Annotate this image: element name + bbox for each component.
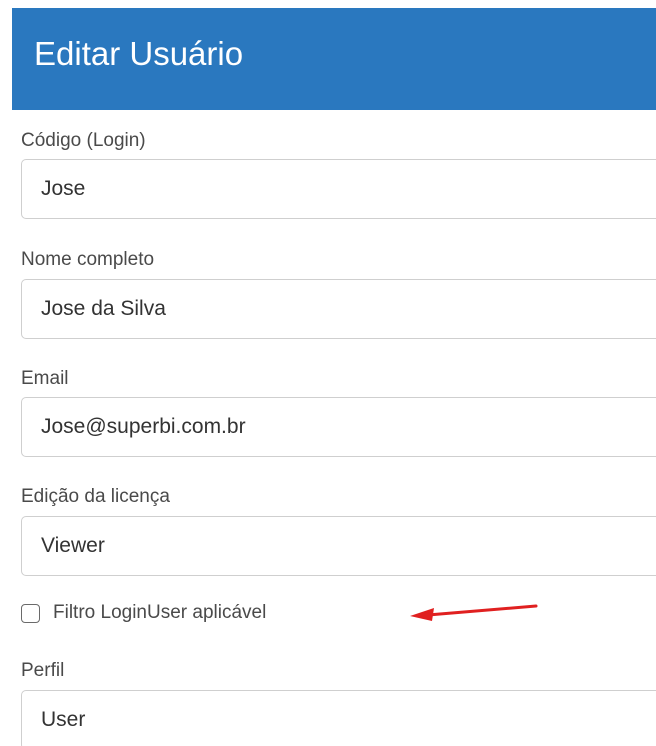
- profile-select[interactable]: [21, 690, 656, 746]
- login-filter-option[interactable]: Filtro LoginUser aplicável: [21, 600, 266, 626]
- full-name-input[interactable]: [21, 279, 656, 339]
- license-label: Edição da licença: [21, 486, 170, 507]
- email-input[interactable]: [21, 397, 656, 457]
- profile-label: Perfil: [21, 660, 65, 681]
- license-select[interactable]: [21, 516, 656, 576]
- edit-user-dialog: Editar Usuário Código (Login) Nome compl…: [0, 0, 656, 746]
- login-input[interactable]: [21, 159, 656, 219]
- login-filter-checkbox[interactable]: [21, 603, 40, 623]
- email-label: Email: [21, 368, 69, 389]
- login-label: Código (Login): [21, 130, 146, 151]
- dialog-header: Editar Usuário: [12, 8, 656, 110]
- full-name-label: Nome completo: [21, 249, 155, 270]
- arrow-left-icon: [410, 604, 538, 621]
- login-filter-label: Filtro LoginUser aplicável: [53, 602, 267, 623]
- dialog-title: Editar Usuário: [34, 35, 244, 72]
